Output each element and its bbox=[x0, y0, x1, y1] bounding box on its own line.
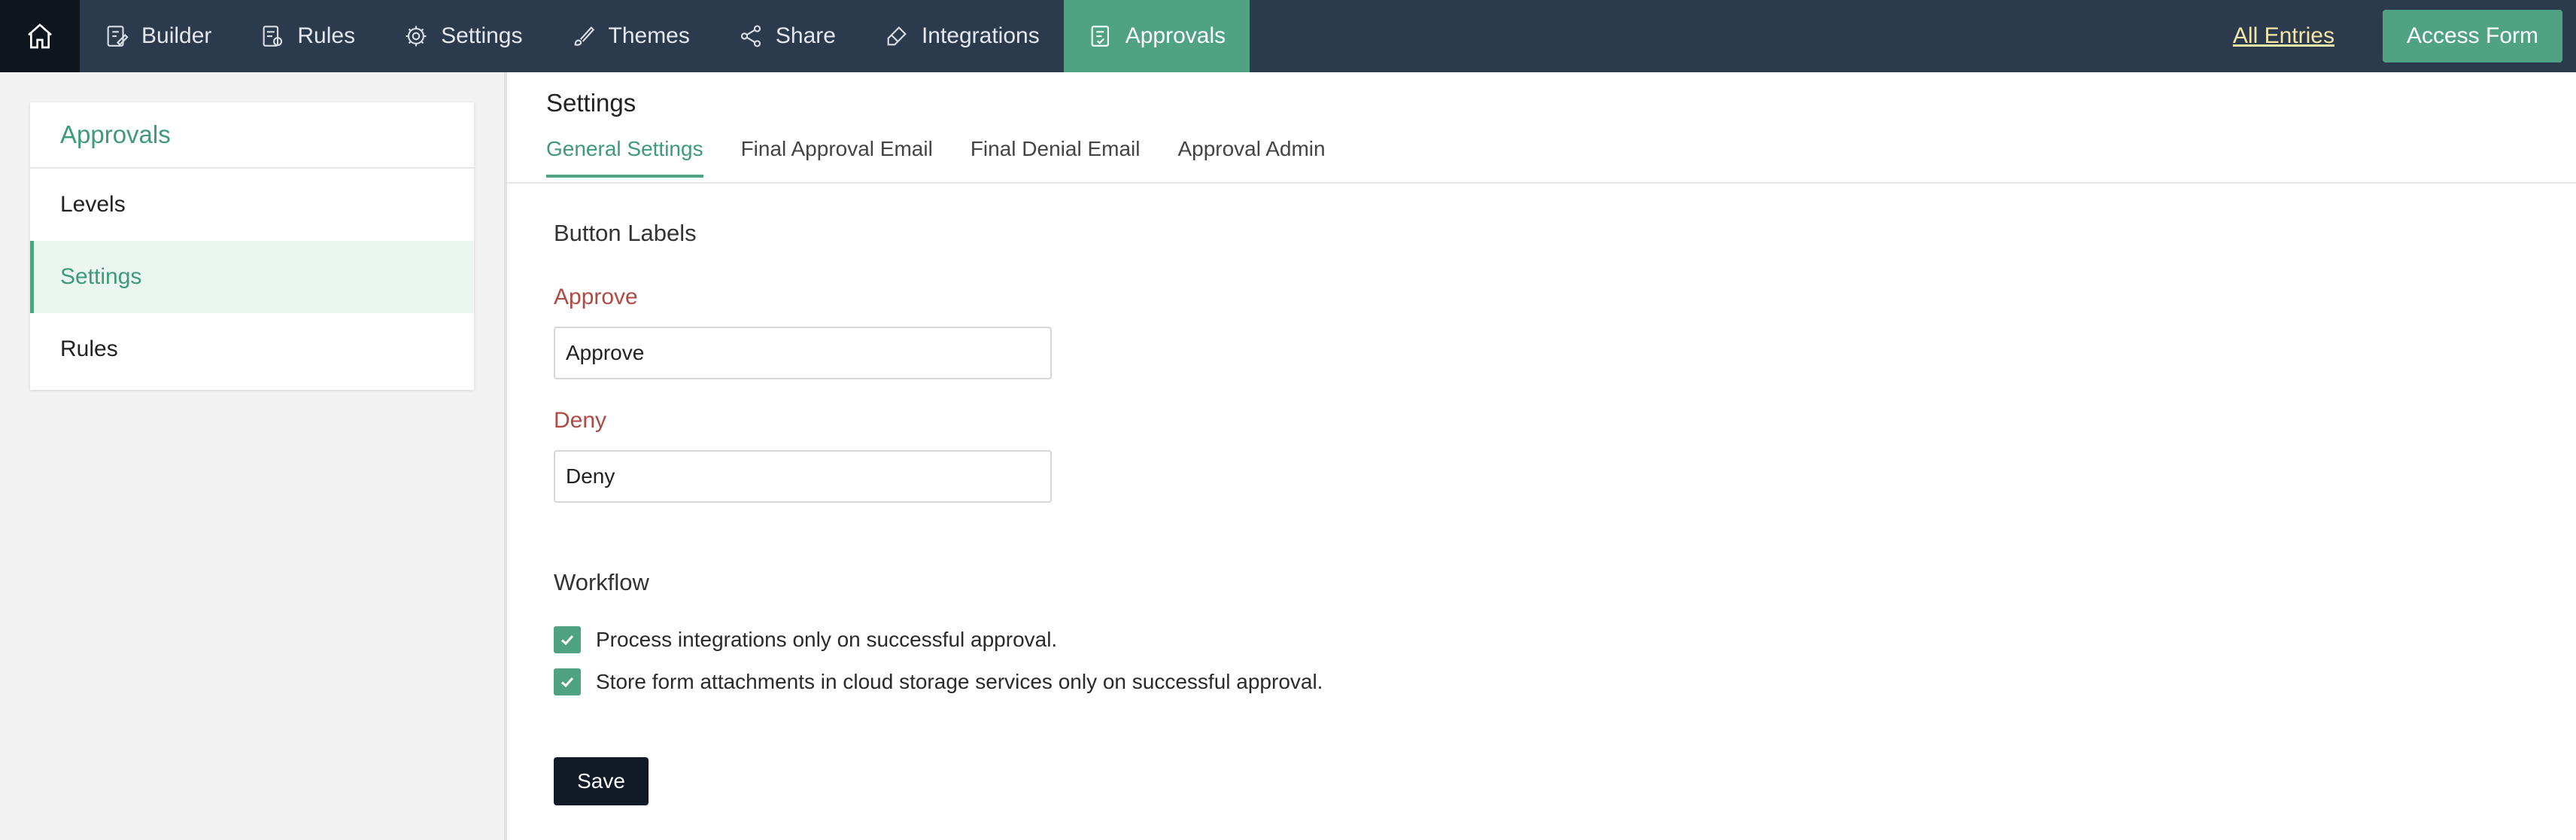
page-title: Settings bbox=[546, 89, 636, 117]
tab-approval-admin[interactable]: Approval Admin bbox=[1177, 137, 1325, 178]
approvals-icon bbox=[1091, 26, 1109, 47]
plug-icon bbox=[887, 26, 907, 46]
nav-themes-label: Themes bbox=[608, 23, 690, 48]
gear-icon bbox=[406, 26, 427, 47]
top-navigation: Builder Rules Settings Themes Share Inte… bbox=[0, 0, 2576, 72]
tabs-divider bbox=[507, 182, 2576, 184]
nav-rules[interactable]: Rules bbox=[235, 0, 379, 72]
workflow-heading: Workflow bbox=[554, 569, 649, 595]
approvals-sidebar: Approvals Levels Settings Rules bbox=[30, 102, 474, 390]
nav-right-actions: All Entries Access Form bbox=[2233, 0, 2576, 72]
tab-general-settings[interactable]: General Settings bbox=[546, 137, 703, 178]
sidebar-item-levels[interactable]: Levels bbox=[30, 169, 474, 241]
save-button[interactable]: Save bbox=[554, 757, 649, 805]
builder-icon bbox=[107, 26, 129, 47]
sidebar-item-rules[interactable]: Rules bbox=[30, 313, 474, 385]
attachments-checkbox[interactable] bbox=[554, 668, 581, 695]
nav-share-label: Share bbox=[775, 23, 836, 48]
nav-approvals[interactable]: Approvals bbox=[1063, 0, 1250, 72]
settings-tabs: General Settings Final Approval Email Fi… bbox=[546, 137, 1326, 178]
checkmark-icon bbox=[560, 677, 574, 688]
approve-label: Approve bbox=[554, 285, 638, 309]
sidebar-item-label: Rules bbox=[60, 336, 118, 361]
home-icon bbox=[28, 23, 52, 49]
nav-integrations-label: Integrations bbox=[921, 23, 1040, 48]
nav-rules-label: Rules bbox=[297, 23, 356, 48]
sidebar-item-settings[interactable]: Settings bbox=[30, 241, 474, 313]
sidebar-title: Approvals bbox=[30, 102, 474, 169]
integrations-checkbox-label: Process integrations only on successful … bbox=[596, 628, 1058, 651]
sidebar-item-label: Settings bbox=[60, 264, 142, 289]
nav-builder-label: Builder bbox=[141, 23, 212, 48]
attachments-checkbox-label: Store form attachments in cloud storage … bbox=[596, 670, 1323, 693]
button-labels-heading: Button Labels bbox=[554, 220, 697, 246]
nav-builder[interactable]: Builder bbox=[80, 0, 235, 72]
nav-approvals-label: Approvals bbox=[1125, 23, 1226, 48]
tab-final-approval-email[interactable]: Final Approval Email bbox=[741, 137, 933, 178]
approve-input[interactable] bbox=[554, 327, 1052, 379]
workflow-option-attachments[interactable]: Store form attachments in cloud storage … bbox=[554, 668, 1323, 695]
tab-final-denial-email[interactable]: Final Denial Email bbox=[971, 137, 1141, 178]
sidebar-item-label: Levels bbox=[60, 192, 126, 217]
deny-input[interactable] bbox=[554, 450, 1052, 503]
settings-panel: Settings General Settings Final Approval… bbox=[504, 72, 2576, 840]
nav-settings-label: Settings bbox=[441, 23, 523, 48]
checkmark-icon bbox=[560, 635, 574, 646]
workflow-option-integrations[interactable]: Process integrations only on successful … bbox=[554, 626, 1057, 653]
access-form-button[interactable]: Access Form bbox=[2382, 10, 2562, 62]
share-icon bbox=[740, 25, 761, 47]
home-button[interactable] bbox=[0, 0, 80, 72]
integrations-checkbox[interactable] bbox=[554, 626, 581, 653]
nav-settings[interactable]: Settings bbox=[379, 0, 546, 72]
nav-share[interactable]: Share bbox=[714, 0, 860, 72]
rules-icon bbox=[263, 26, 283, 47]
brush-icon bbox=[574, 26, 594, 46]
all-entries-link[interactable]: All Entries bbox=[2233, 23, 2334, 49]
nav-themes[interactable]: Themes bbox=[547, 0, 714, 72]
deny-label: Deny bbox=[554, 408, 607, 433]
nav-integrations[interactable]: Integrations bbox=[860, 0, 1064, 72]
